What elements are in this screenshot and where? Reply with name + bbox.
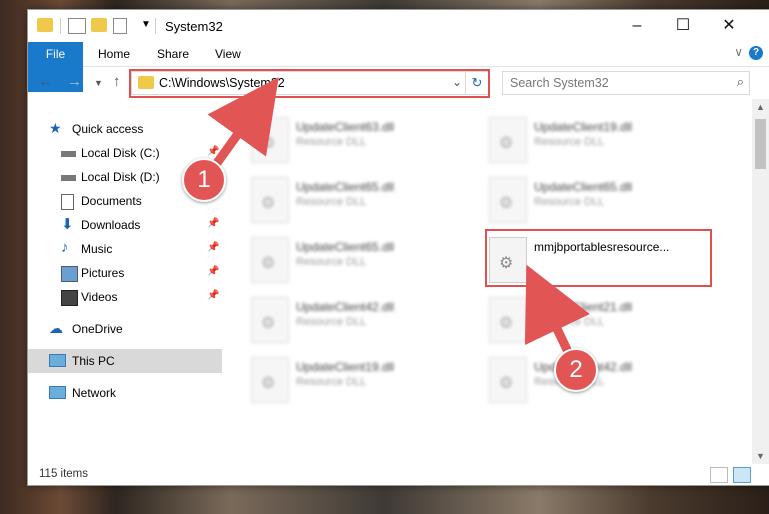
step-1-badge: 1 — [182, 158, 226, 202]
step-2-badge: 2 — [554, 348, 598, 392]
arrow-to-file — [524, 264, 590, 361]
arrow-to-address-bar — [207, 77, 279, 175]
annotation-arrows — [207, 77, 590, 361]
